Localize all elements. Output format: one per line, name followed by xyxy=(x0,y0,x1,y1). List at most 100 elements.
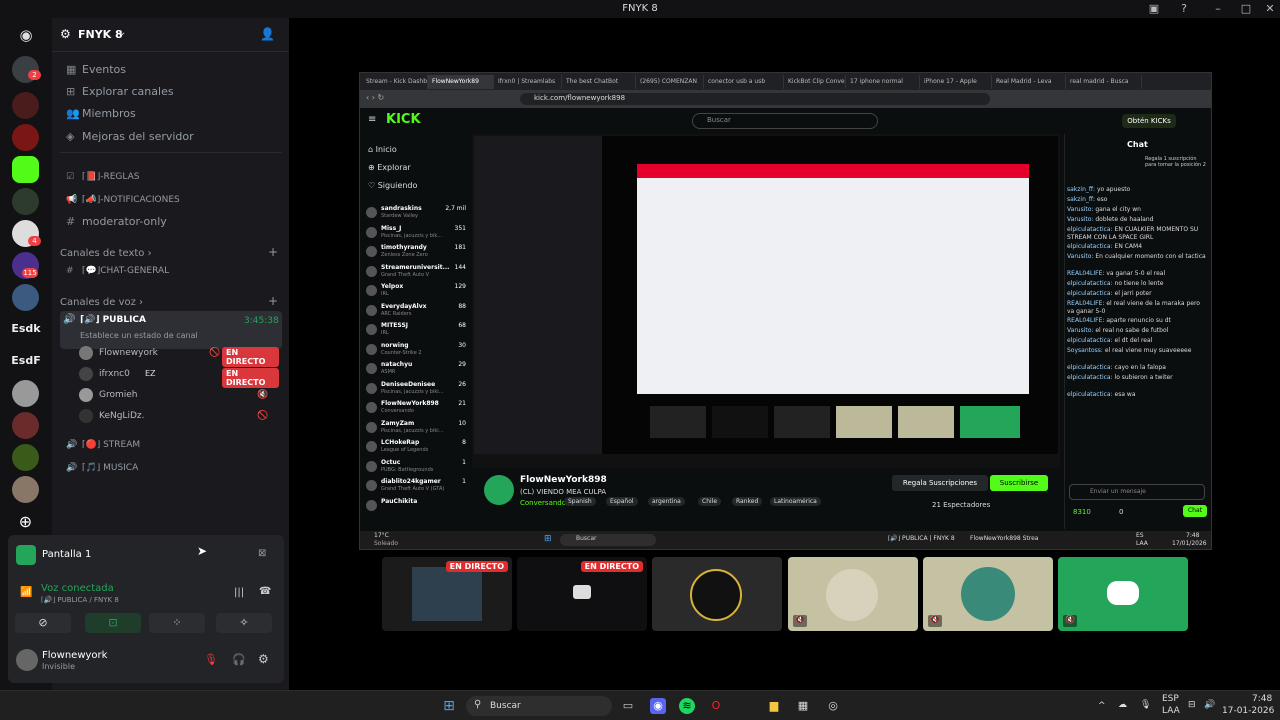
followed-streamer-row[interactable]: Miss_J Piscinas, jacuzzis y bik... 351 xyxy=(366,225,470,244)
inner-task-stream[interactable]: FlowNewYork898 Strea xyxy=(970,535,1039,542)
lang-code[interactable]: ESP xyxy=(1162,694,1179,704)
browser-tab[interactable]: (2695) COMENZAN xyxy=(636,75,704,89)
network-icon[interactable]: ⊟ xyxy=(1188,700,1196,710)
chat-user[interactable]: REAL04LIFE: xyxy=(1067,317,1104,324)
browser-tab[interactable]: iPhone 17 - Apple xyxy=(920,75,992,89)
clock-date[interactable]: 17-01-2026 xyxy=(1222,706,1274,716)
spotify-icon[interactable]: ≋ xyxy=(679,698,695,714)
browser-tab[interactable]: conector usb a usb xyxy=(704,75,784,89)
server-icon-11[interactable] xyxy=(12,444,39,471)
add-channel-icon[interactable]: + xyxy=(268,245,278,259)
subscribe-button[interactable]: Suscribirse xyxy=(990,475,1048,491)
obs-icon[interactable]: ◎ xyxy=(825,698,841,714)
browser-tab[interactable]: 17 iphone normal xyxy=(846,75,920,89)
tray-chevron-icon[interactable]: ^ xyxy=(1098,701,1106,711)
invite-people-icon[interactable]: 👤 xyxy=(260,27,275,41)
browser-tab-active[interactable]: FlowNewYork89 xyxy=(428,75,494,89)
chat-user[interactable]: elpiculatactica: xyxy=(1067,243,1113,250)
chat-user[interactable]: elpiculatactica: xyxy=(1067,364,1113,371)
close-screen-icon[interactable]: ⊠ xyxy=(258,548,266,559)
close-button[interactable]: ✕ xyxy=(1260,2,1280,15)
voice-channel-musica[interactable]: 🔊 ⌈🎵⌋ MUSICA xyxy=(60,458,282,478)
inner-search[interactable]: Buscar xyxy=(560,534,656,546)
stream-tag[interactable]: Latinoamérica xyxy=(770,497,821,506)
url-field[interactable]: kick.com/flownewyork898 xyxy=(520,93,990,105)
followed-streamer-row[interactable]: Yelpox IRL 129 xyxy=(366,283,470,302)
disconnect-icon[interactable]: ☎ xyxy=(259,586,271,597)
voice-user-row[interactable]: ifrxnc0 EZ EN DIRECTO xyxy=(79,367,279,388)
chat-user[interactable]: elpiculatactica: xyxy=(1067,374,1113,381)
channel-reglas[interactable]: ☑ ⌈📕⌋-REGLAS xyxy=(60,167,282,187)
taskbar-search[interactable]: ⚲ Buscar xyxy=(466,696,612,716)
voice-channel-publica[interactable]: 🔊 ⌈🔊⌋ PUBLICA 3:45:38 Establece un estad… xyxy=(60,311,282,349)
inbox-icon[interactable]: ▣ xyxy=(1144,2,1164,15)
chat-user[interactable]: sakzin_ff: xyxy=(1067,186,1095,193)
gift-subs-button[interactable]: Regala Suscripciones xyxy=(892,475,988,491)
screen-share-button[interactable]: ⊡ xyxy=(85,613,141,633)
browser-tab[interactable]: Stream - Kick Dashb xyxy=(362,75,428,89)
menu-icon[interactable]: ≡ xyxy=(368,114,376,125)
stream-video[interactable] xyxy=(472,134,1060,468)
chat-user[interactable]: Varusito: xyxy=(1067,206,1093,213)
followed-streamer-row[interactable]: sandraskins Stardew Valley 2,7 mil xyxy=(366,205,470,224)
volume-icon[interactable]: 🔊 xyxy=(1204,700,1215,710)
chat-user[interactable]: elpiculatactica: xyxy=(1067,337,1113,344)
chat-user[interactable]: elpiculatactica: xyxy=(1067,290,1113,297)
stream-tile-gromieh[interactable]: 🔇 xyxy=(788,557,918,631)
browser-tab[interactable]: Ifrxn0 | Streamlabs xyxy=(494,75,562,89)
chat-user[interactable]: Soysantoss: xyxy=(1067,347,1103,354)
activities-button[interactable]: ⁘ xyxy=(149,613,205,633)
chat-user[interactable]: elpiculatactica: xyxy=(1067,226,1113,233)
server-icon-10[interactable] xyxy=(12,412,39,439)
followed-streamer-row[interactable]: ZamyZam Piscinas, jacuzzis y biki... 10 xyxy=(366,420,470,439)
chat-user[interactable]: elpiculatactica: xyxy=(1067,391,1113,398)
stream-tag[interactable]: Español xyxy=(606,497,638,506)
server-header[interactable]: ⚙ FNYK 8 ⌄ 👤 xyxy=(52,18,289,52)
windows-start-icon[interactable]: ⊞ xyxy=(441,698,457,714)
server-esdk[interactable]: Esdk xyxy=(6,322,46,335)
stream-tag[interactable]: argentina xyxy=(648,497,685,506)
stream-channel-name[interactable]: FlowNewYork898 xyxy=(520,475,607,485)
clock-time[interactable]: 7:48 xyxy=(1252,694,1272,704)
channel-moderator[interactable]: # moderator-only xyxy=(60,212,282,232)
followed-streamer-row[interactable]: LCHokeRap League of Legends 8 xyxy=(366,439,470,458)
minimize-button[interactable]: – xyxy=(1208,2,1228,15)
chat-user[interactable]: sakzin_ff: xyxy=(1067,196,1095,203)
browser-tab[interactable]: real madrid - Busca xyxy=(1066,75,1142,89)
kick-nav-siguiendo[interactable]: ♡ Siguiendo xyxy=(368,181,417,190)
followed-streamer-row[interactable]: FlowNewYork898 Conversando 21 xyxy=(366,400,470,419)
voice-user-row[interactable]: Gromieh 🔇 xyxy=(79,388,279,406)
voice-user-row[interactable]: Flownewyork 🚫 EN DIRECTO xyxy=(79,346,279,367)
server-icon-kick[interactable] xyxy=(12,156,39,183)
followed-streamer-row[interactable]: PauChikita xyxy=(366,498,470,517)
server-icon-3[interactable] xyxy=(12,124,39,151)
voice-status-hint[interactable]: Establece un estado de canal xyxy=(80,331,198,340)
chat-send-button[interactable]: Chat xyxy=(1183,505,1207,517)
browser-tab[interactable]: KickBot Clip Conve xyxy=(784,75,846,89)
add-channel-icon[interactable]: + xyxy=(268,294,278,308)
stream-tile-kenglidz[interactable]: 🔇 xyxy=(923,557,1053,631)
help-icon[interactable]: ? xyxy=(1174,2,1194,15)
task-view-icon[interactable]: ▭ xyxy=(620,698,636,714)
stream-tag[interactable]: Spanish xyxy=(564,497,596,506)
discord-home-icon[interactable]: ◉ xyxy=(12,26,40,48)
followed-streamer-row[interactable]: timothyrandy Zenless Zone Zero 181 xyxy=(366,244,470,263)
store-icon[interactable]: ▦ xyxy=(795,698,811,714)
stream-tile-ifrxnc0[interactable]: EN DIRECTO xyxy=(517,557,647,631)
stream-tile-user3[interactable] xyxy=(652,557,782,631)
stream-tile-discord[interactable]: 🔇 xyxy=(1058,557,1188,631)
chat-input[interactable]: Enviar un mensaje xyxy=(1069,484,1205,500)
server-icon-8[interactable] xyxy=(12,284,39,311)
browser-tab[interactable]: Real Madrid - Leva xyxy=(992,75,1066,89)
region-code[interactable]: LAA xyxy=(1162,706,1180,716)
voice-channel-stream[interactable]: 🔊 ⌈🔴⌋ STREAM xyxy=(60,435,282,455)
kick-logo[interactable]: KICK xyxy=(386,112,421,127)
followed-streamer-row[interactable]: EverydayAlvx ARC Raiders 88 xyxy=(366,303,470,322)
browser-tab[interactable]: The best ChatBot xyxy=(562,75,636,89)
noise-suppression-icon[interactable]: ||| xyxy=(234,587,244,598)
obtain-kicks-button[interactable]: Obtén KICKs xyxy=(1122,114,1176,128)
stream-tile-flownewyork[interactable]: EN DIRECTO xyxy=(382,557,512,631)
chat-user[interactable]: Varusito: xyxy=(1067,253,1093,260)
streamer-avatar[interactable] xyxy=(484,475,514,505)
followed-streamer-row[interactable]: MITESSJ IRL 68 xyxy=(366,322,470,341)
